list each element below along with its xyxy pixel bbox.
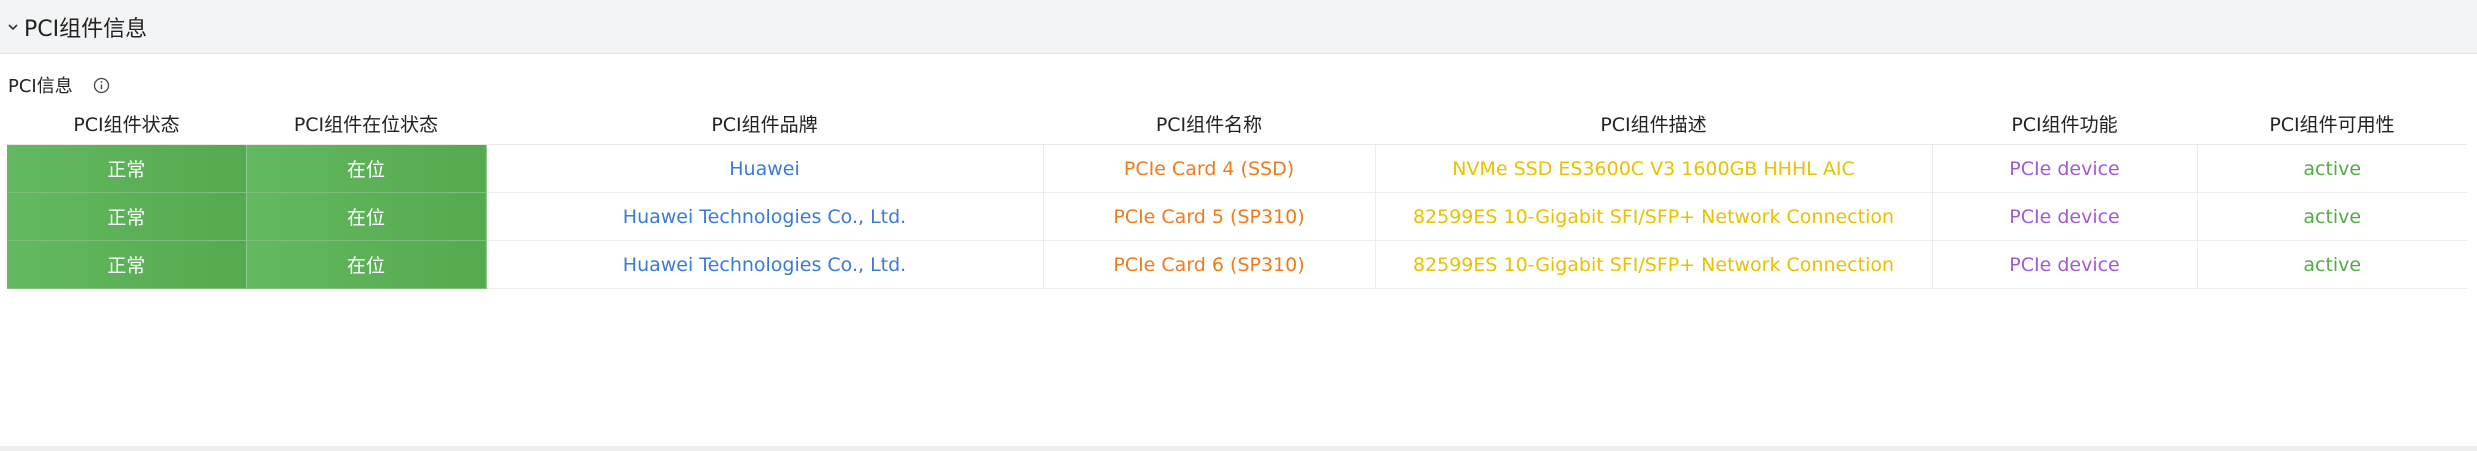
- panel-bottom-divider: [0, 446, 2477, 451]
- table-row[interactable]: 正常 在位 Huawei PCIe Card 4 (SSD) NVMe SSD …: [7, 144, 2467, 193]
- name-cell: PCIe Card 4 (SSD): [1043, 144, 1376, 193]
- pci-table: PCI组件状态 PCI组件在位状态 PCI组件品牌 PCI组件名称 PCI组件描…: [7, 102, 2467, 289]
- description-cell: 82599ES 10-Gigabit SFI/SFP+ Network Conn…: [1375, 192, 1933, 241]
- pci-component-panel: PCI组件信息 PCI信息 PCI组件状态 PCI组件在位状态 PCI组件品牌 …: [0, 0, 2477, 451]
- section-header[interactable]: PCI组件信息: [0, 0, 2477, 54]
- brand-cell: Huawei Technologies Co., Ltd.: [486, 192, 1044, 241]
- header-function[interactable]: PCI组件功能: [1932, 102, 2197, 145]
- name-cell: PCIe Card 6 (SP310): [1043, 240, 1376, 289]
- pci-info-label: PCI信息: [8, 76, 73, 97]
- presence-cell: 在位: [246, 144, 487, 193]
- pci-info-subheader: PCI信息: [0, 64, 2477, 106]
- description-cell: NVMe SSD ES3600C V3 1600GB HHHL AIC: [1375, 144, 1933, 193]
- table-header-row: PCI组件状态 PCI组件在位状态 PCI组件品牌 PCI组件名称 PCI组件描…: [7, 102, 2467, 145]
- table-row[interactable]: 正常 在位 Huawei Technologies Co., Ltd. PCIe…: [7, 240, 2467, 289]
- status-cell: 正常: [7, 240, 247, 289]
- brand-cell: Huawei: [486, 144, 1044, 193]
- description-cell: 82599ES 10-Gigabit SFI/SFP+ Network Conn…: [1375, 240, 1933, 289]
- availability-cell: active: [2197, 144, 2467, 193]
- info-circle-icon[interactable]: [93, 76, 111, 94]
- section-title: PCI组件信息: [24, 16, 148, 42]
- presence-cell: 在位: [246, 192, 487, 241]
- presence-cell: 在位: [246, 240, 487, 289]
- availability-cell: active: [2197, 192, 2467, 241]
- header-availability[interactable]: PCI组件可用性: [2197, 102, 2467, 145]
- function-cell: PCIe device: [1932, 192, 2198, 241]
- function-cell: PCIe device: [1932, 240, 2198, 289]
- name-cell: PCIe Card 5 (SP310): [1043, 192, 1376, 241]
- header-presence[interactable]: PCI组件在位状态: [246, 102, 486, 145]
- header-brand[interactable]: PCI组件品牌: [486, 102, 1043, 145]
- chevron-down-icon[interactable]: [6, 20, 20, 34]
- availability-cell: active: [2197, 240, 2467, 289]
- brand-cell: Huawei Technologies Co., Ltd.: [486, 240, 1044, 289]
- header-name[interactable]: PCI组件名称: [1043, 102, 1375, 145]
- function-cell: PCIe device: [1932, 144, 2198, 193]
- table-row[interactable]: 正常 在位 Huawei Technologies Co., Ltd. PCIe…: [7, 192, 2467, 241]
- header-description[interactable]: PCI组件描述: [1375, 102, 1932, 145]
- status-cell: 正常: [7, 144, 247, 193]
- status-cell: 正常: [7, 192, 247, 241]
- header-status[interactable]: PCI组件状态: [7, 102, 246, 145]
